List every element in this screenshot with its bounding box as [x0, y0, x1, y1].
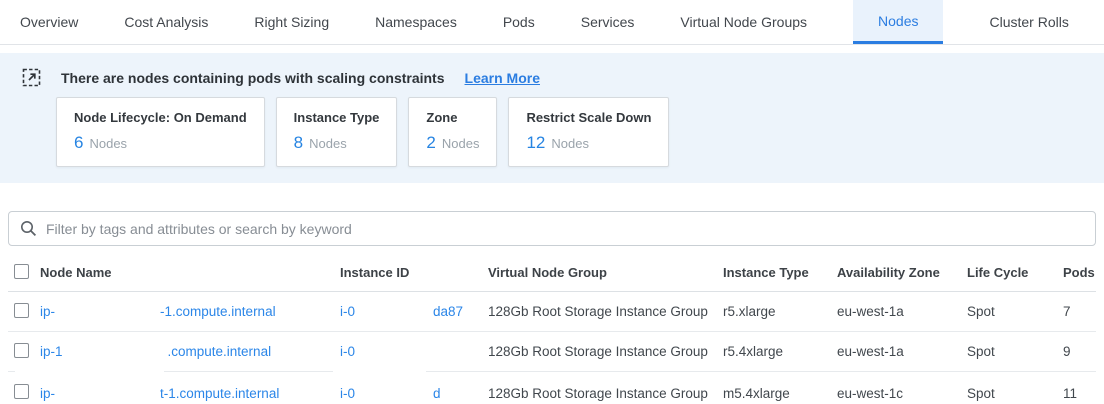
- availability-zone-value: eu-west-1a: [837, 304, 967, 319]
- redacted-segment: [63, 345, 168, 359]
- node-name-link[interactable]: .compute.internal: [168, 344, 272, 359]
- nodes-content: Node Name Instance ID Virtual Node Group…: [0, 211, 1104, 404]
- life-cycle-value: Spot: [967, 344, 1063, 359]
- node-name-link[interactable]: ip-: [40, 386, 55, 401]
- col-availability-zone: Availability Zone: [837, 265, 967, 280]
- pods-count: 11: [1063, 386, 1096, 401]
- redacted-segment: [55, 305, 160, 319]
- instance-id-link[interactable]: i-0: [340, 386, 355, 401]
- filter-search-bar: [8, 211, 1096, 246]
- tab-right-sizing[interactable]: Right Sizing: [254, 0, 329, 44]
- row-checkbox[interactable]: [14, 384, 29, 399]
- redaction-border-patch: [15, 370, 164, 374]
- card-unit: Nodes: [442, 136, 480, 151]
- col-life-cycle: Life Cycle: [967, 265, 1063, 280]
- virtual-node-group-value: 128Gb Root Storage Instance Group: [488, 304, 723, 319]
- tab-bar: Overview Cost Analysis Right Sizing Name…: [0, 0, 1104, 45]
- tab-cluster-rolls[interactable]: Cluster Rolls: [989, 0, 1068, 44]
- card-title: Zone: [426, 110, 479, 125]
- card-zone[interactable]: Zone 2 Nodes: [408, 97, 497, 167]
- redacted-segment: [355, 386, 433, 400]
- banner-message: There are nodes containing pods with sca…: [61, 70, 445, 86]
- tab-pods[interactable]: Pods: [503, 0, 535, 44]
- card-title: Node Lifecycle: On Demand: [74, 110, 247, 125]
- instance-id-link[interactable]: i-0: [340, 344, 355, 359]
- life-cycle-value: Spot: [967, 386, 1063, 401]
- card-value: 8: [294, 133, 303, 152]
- node-name-link[interactable]: -1.compute.internal: [160, 304, 276, 319]
- tab-services[interactable]: Services: [581, 0, 635, 44]
- table-row: ip-1 .compute.internal i-0 128Gb Root St…: [8, 332, 1096, 372]
- tab-virtual-node-groups[interactable]: Virtual Node Groups: [680, 0, 807, 44]
- table-header-row: Node Name Instance ID Virtual Node Group…: [8, 254, 1096, 292]
- instance-type-value: m5.4xlarge: [723, 386, 837, 401]
- instance-type-value: r5.xlarge: [723, 304, 837, 319]
- pods-count: 7: [1063, 304, 1096, 319]
- col-instance-id: Instance ID: [340, 265, 488, 280]
- instance-id-link[interactable]: da87: [433, 304, 463, 319]
- redacted-segment: [55, 386, 160, 400]
- learn-more-link[interactable]: Learn More: [465, 70, 540, 86]
- constraint-cards: Node Lifecycle: On Demand 6 Nodes Instanc…: [56, 97, 1104, 167]
- node-name-link[interactable]: t-1.compute.internal: [160, 386, 279, 401]
- life-cycle-value: Spot: [967, 304, 1063, 319]
- instance-type-value: r5.4xlarge: [723, 344, 837, 359]
- scale-up-icon: [22, 68, 41, 87]
- search-icon: [20, 220, 37, 237]
- card-restrict-scale-down[interactable]: Restrict Scale Down 12 Nodes: [508, 97, 669, 167]
- banner-message-row: There are nodes containing pods with sca…: [0, 62, 1104, 97]
- node-name-link[interactable]: ip-: [40, 304, 55, 319]
- col-virtual-node-group: Virtual Node Group: [488, 265, 723, 280]
- pods-count: 9: [1063, 344, 1096, 359]
- nodes-table: Node Name Instance ID Virtual Node Group…: [8, 254, 1096, 404]
- tab-overview[interactable]: Overview: [20, 0, 78, 44]
- virtual-node-group-value: 128Gb Root Storage Instance Group: [488, 386, 723, 401]
- col-instance-type: Instance Type: [723, 265, 837, 280]
- col-node-name: Node Name: [40, 265, 340, 280]
- table-row: ip- t-1.compute.internal i-0 d 128Gb Roo…: [8, 372, 1096, 404]
- tab-namespaces[interactable]: Namespaces: [375, 0, 457, 44]
- instance-id-link[interactable]: i-0: [340, 304, 355, 319]
- card-unit: Nodes: [309, 136, 347, 151]
- table-row: ip- -1.compute.internal i-0 da87 128Gb R…: [8, 292, 1096, 332]
- card-value: 6: [74, 133, 83, 152]
- tab-cost-analysis[interactable]: Cost Analysis: [124, 0, 208, 44]
- redacted-segment: [355, 305, 433, 319]
- card-value: 12: [526, 133, 545, 152]
- card-title: Restrict Scale Down: [526, 110, 651, 125]
- redaction-border-patch: [333, 370, 426, 374]
- tab-nodes[interactable]: Nodes: [853, 0, 943, 44]
- row-checkbox[interactable]: [14, 343, 29, 358]
- search-input[interactable]: [46, 221, 1084, 237]
- redacted-segment: [355, 345, 433, 359]
- card-value: 2: [426, 133, 435, 152]
- card-instance-type[interactable]: Instance Type 8 Nodes: [276, 97, 398, 167]
- card-unit: Nodes: [89, 136, 127, 151]
- row-checkbox[interactable]: [14, 303, 29, 318]
- instance-id-link[interactable]: d: [433, 386, 441, 401]
- virtual-node-group-value: 128Gb Root Storage Instance Group: [488, 344, 723, 359]
- node-name-link[interactable]: ip-1: [40, 344, 63, 359]
- scaling-constraints-banner: There are nodes containing pods with sca…: [0, 53, 1104, 183]
- availability-zone-value: eu-west-1a: [837, 344, 967, 359]
- availability-zone-value: eu-west-1c: [837, 386, 967, 401]
- card-unit: Nodes: [551, 136, 589, 151]
- select-all-checkbox[interactable]: [14, 264, 29, 279]
- card-title: Instance Type: [294, 110, 380, 125]
- col-pods: Pods: [1063, 265, 1096, 280]
- card-node-lifecycle[interactable]: Node Lifecycle: On Demand 6 Nodes: [56, 97, 265, 167]
